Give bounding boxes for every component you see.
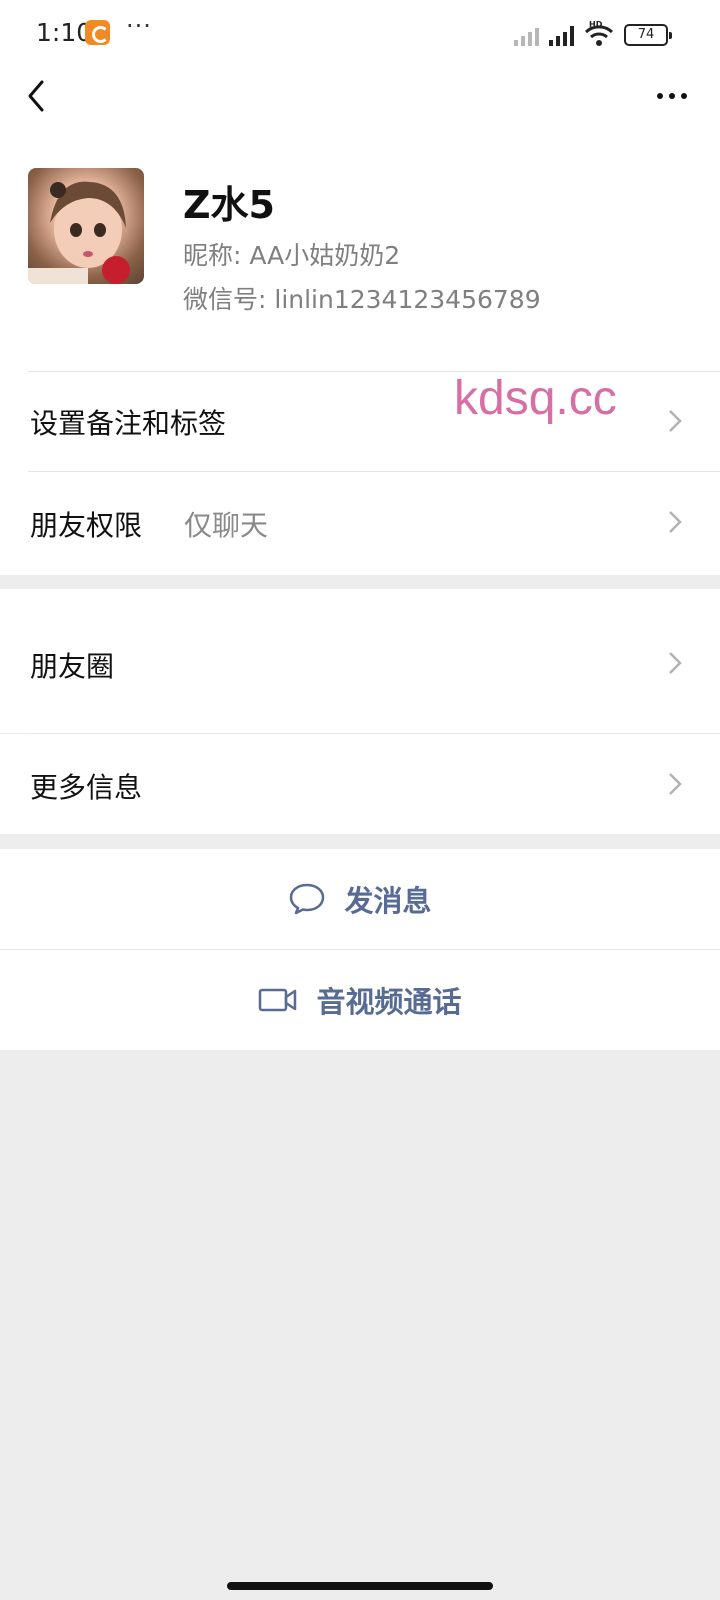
wifi-icon <box>584 25 614 46</box>
row-friend-permissions-value: 仅聊天 <box>184 509 269 542</box>
row-friend-permissions[interactable]: 朋友权限 仅聊天 <box>0 472 720 572</box>
back-arrow-icon[interactable] <box>22 78 52 114</box>
av-call-label: 音视频通话 <box>316 985 462 1019</box>
video-camera-icon <box>259 988 297 1012</box>
app-notification-icon <box>85 20 110 45</box>
signal-sim1-icon <box>514 24 539 46</box>
row-remarks-tags-label: 设置备注和标签 <box>30 407 227 440</box>
more-dots-icon[interactable] <box>652 84 692 108</box>
profile-wechat-id: 微信号: linlin1234123456789 <box>183 285 541 314</box>
row-more-info-label: 更多信息 <box>30 771 143 804</box>
chevron-right-icon <box>669 410 682 432</box>
row-more-info[interactable]: 更多信息 <box>0 734 720 834</box>
profile-name: Z水5 <box>183 183 275 227</box>
status-more-dots: ··· <box>126 12 152 40</box>
status-bar: 1:10 ··· HD 74 <box>0 0 720 66</box>
chevron-right-icon <box>669 511 682 533</box>
status-time: 1:10 <box>36 18 93 47</box>
status-indicators: HD 74 <box>514 20 672 46</box>
row-moments-label: 朋友圈 <box>30 650 115 683</box>
watermark-text: kdsq.cc <box>454 372 617 425</box>
av-call-button[interactable]: 音视频通话 <box>0 950 720 1050</box>
chevron-right-icon <box>669 773 682 795</box>
signal-sim2-icon: HD <box>549 20 602 46</box>
chevron-right-icon <box>669 652 682 674</box>
chat-bubble-icon <box>290 883 325 915</box>
avatar[interactable] <box>28 168 144 284</box>
home-indicator[interactable] <box>227 1582 493 1590</box>
battery-icon: 74 <box>624 24 672 46</box>
profile-nickname: 昵称: AA小姑奶奶2 <box>183 241 401 270</box>
send-message-button[interactable]: 发消息 <box>0 849 720 949</box>
send-message-label: 发消息 <box>344 884 432 918</box>
row-moments[interactable]: 朋友圈 <box>0 589 720 733</box>
row-friend-permissions-label: 朋友权限 <box>30 509 143 542</box>
